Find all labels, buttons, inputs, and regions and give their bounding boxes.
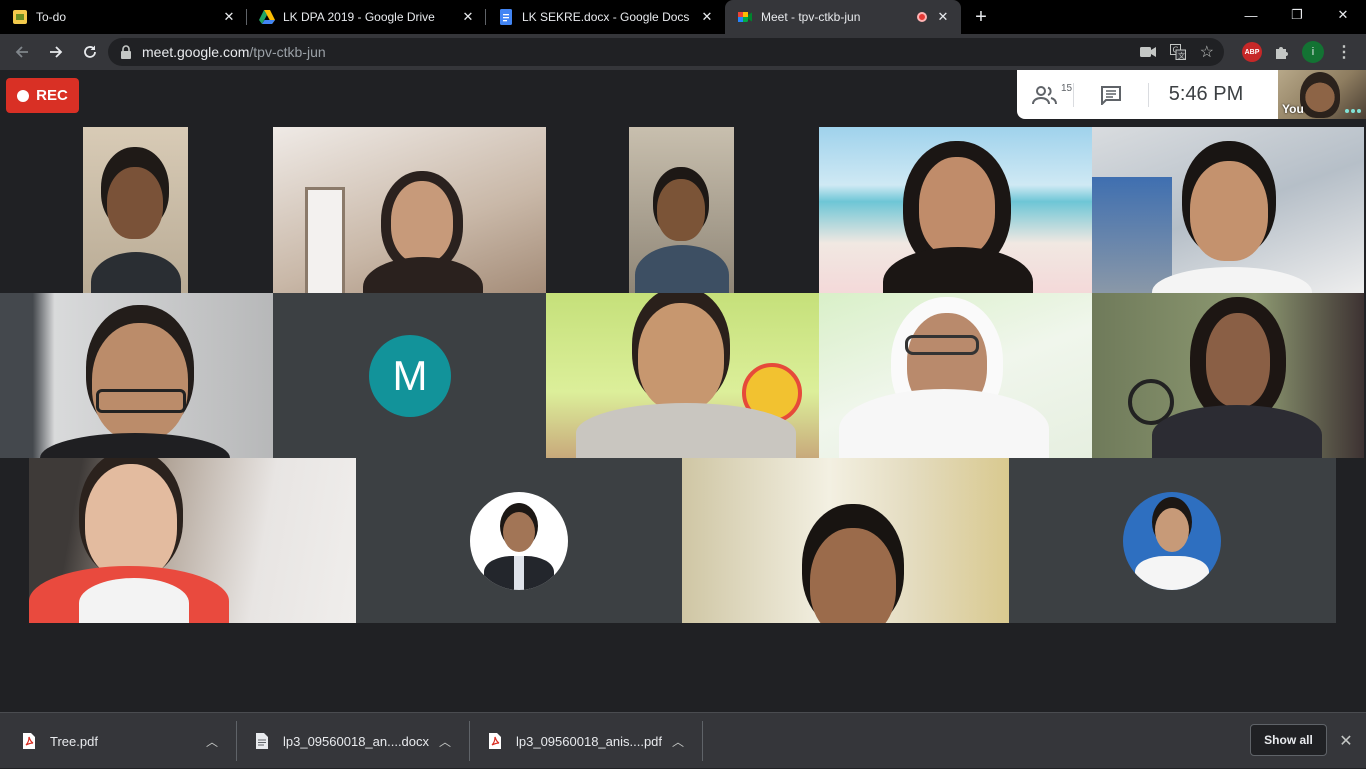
reload-button[interactable] [74,38,106,66]
participant-tile[interactable] [629,127,734,293]
url-path: /tpv-ctkb-jun [249,44,326,60]
close-tab-icon[interactable]: ✕ [460,9,476,25]
close-tab-icon[interactable]: ✕ [699,9,715,25]
pdf-file-icon [22,732,36,750]
close-tab-icon[interactable]: ✕ [935,9,951,25]
participants-button[interactable]: 15 [1017,70,1073,119]
participant-tile[interactable] [1092,127,1364,293]
show-all-button[interactable]: Show all [1250,724,1327,756]
participant-photo-avatar [470,492,568,590]
participant-tile[interactable] [819,293,1092,458]
self-view-tile[interactable]: You [1278,70,1366,119]
participant-tile[interactable] [356,458,682,623]
browser-toolbar: meet.google.com/tpv-ctkb-jun G文 ☆ ABP i … [0,34,1366,70]
participant-tile[interactable] [1092,293,1364,458]
recording-badge: REC [6,78,79,113]
download-item[interactable]: lp3_09560018_anis....pdf ︿ [488,713,702,769]
svg-text:文: 文 [1178,51,1185,60]
participant-count: 15 [1061,83,1073,94]
menu-kebab-icon[interactable]: ⋮ [1332,40,1356,64]
chevron-up-icon[interactable]: ︿ [206,733,218,750]
tab-google-docs[interactable]: LK SEKRE.docx - Google Docs ✕ [486,0,725,34]
google-docs-icon [498,9,514,25]
self-label: You [1282,102,1304,116]
download-filename: lp3_09560018_an....docx [283,733,430,749]
google-drive-icon [259,9,275,25]
tab-todo[interactable]: To-do ✕ [0,0,247,34]
meeting-clock: 5:46 PM [1168,83,1244,105]
download-item[interactable]: Tree.pdf ︿ [22,713,236,769]
profile-avatar[interactable]: i [1302,41,1324,63]
reload-icon [84,45,96,58]
download-item[interactable]: lp3_09560018_an....docx ︿ [255,713,469,769]
participant-tile[interactable] [1009,458,1336,623]
record-dot-icon [17,89,30,102]
participant-tile[interactable] [0,293,273,458]
participant-tile[interactable] [273,127,546,293]
pdf-file-icon [488,732,502,750]
meet-main: REC 15 5:46 PM You M [0,70,1366,712]
restore-icon[interactable]: ❐ [1274,0,1320,30]
participant-tile[interactable]: M [273,293,546,458]
new-tab-button[interactable]: + [965,0,997,34]
forward-button[interactable] [40,38,72,66]
address-bar[interactable]: meet.google.com/tpv-ctkb-jun G文 ☆ [108,38,1224,66]
google-meet-icon [737,9,753,25]
participant-photo-avatar [1123,492,1221,590]
participant-tile[interactable] [682,458,1009,623]
translate-icon[interactable]: G文 [1169,44,1186,60]
close-downloads-icon[interactable]: ✕ [1336,731,1356,751]
tab-strip: To-do ✕ LK DPA 2019 - Google Drive ✕ LK … [0,0,1366,34]
more-options-icon[interactable] [1345,109,1361,113]
chat-icon [1101,85,1121,105]
close-tab-icon[interactable]: ✕ [221,9,237,25]
minimize-icon[interactable]: — [1228,0,1274,30]
participant-tile[interactable] [29,458,356,623]
todo-icon [12,9,28,25]
window-controls: — ❐ ✕ [1228,0,1366,30]
star-icon[interactable]: ☆ [1200,42,1214,62]
tab-google-meet[interactable]: Meet - tpv-ctkb-jun ✕ [725,0,961,34]
tab-google-drive[interactable]: LK DPA 2019 - Google Drive ✕ [247,0,486,34]
docx-file-icon [255,732,269,750]
participant-tile[interactable] [819,127,1092,293]
download-filename: lp3_09560018_anis....pdf [516,733,663,749]
downloads-bar: Tree.pdf ︿ lp3_09560018_an....docx ︿ lp3… [0,712,1366,768]
close-window-icon[interactable]: ✕ [1320,0,1366,30]
chat-button[interactable] [1074,70,1148,119]
adblock-plus-icon[interactable]: ABP [1242,42,1262,62]
arrow-left-icon [15,46,28,58]
chevron-up-icon[interactable]: ︿ [439,733,451,750]
chevron-up-icon[interactable]: ︿ [672,733,684,750]
recording-indicator-icon [917,12,927,22]
arrow-right-icon [50,46,63,58]
lock-icon[interactable] [120,45,132,59]
url-host: meet.google.com [142,44,250,60]
people-icon [1032,85,1057,104]
participant-avatar: M [369,335,451,417]
participant-tile[interactable] [83,127,188,293]
camera-icon[interactable] [1139,46,1156,58]
extensions-puzzle-icon[interactable] [1270,40,1294,64]
back-button[interactable] [6,38,38,66]
download-filename: Tree.pdf [50,733,98,749]
participant-tile[interactable] [546,293,819,458]
